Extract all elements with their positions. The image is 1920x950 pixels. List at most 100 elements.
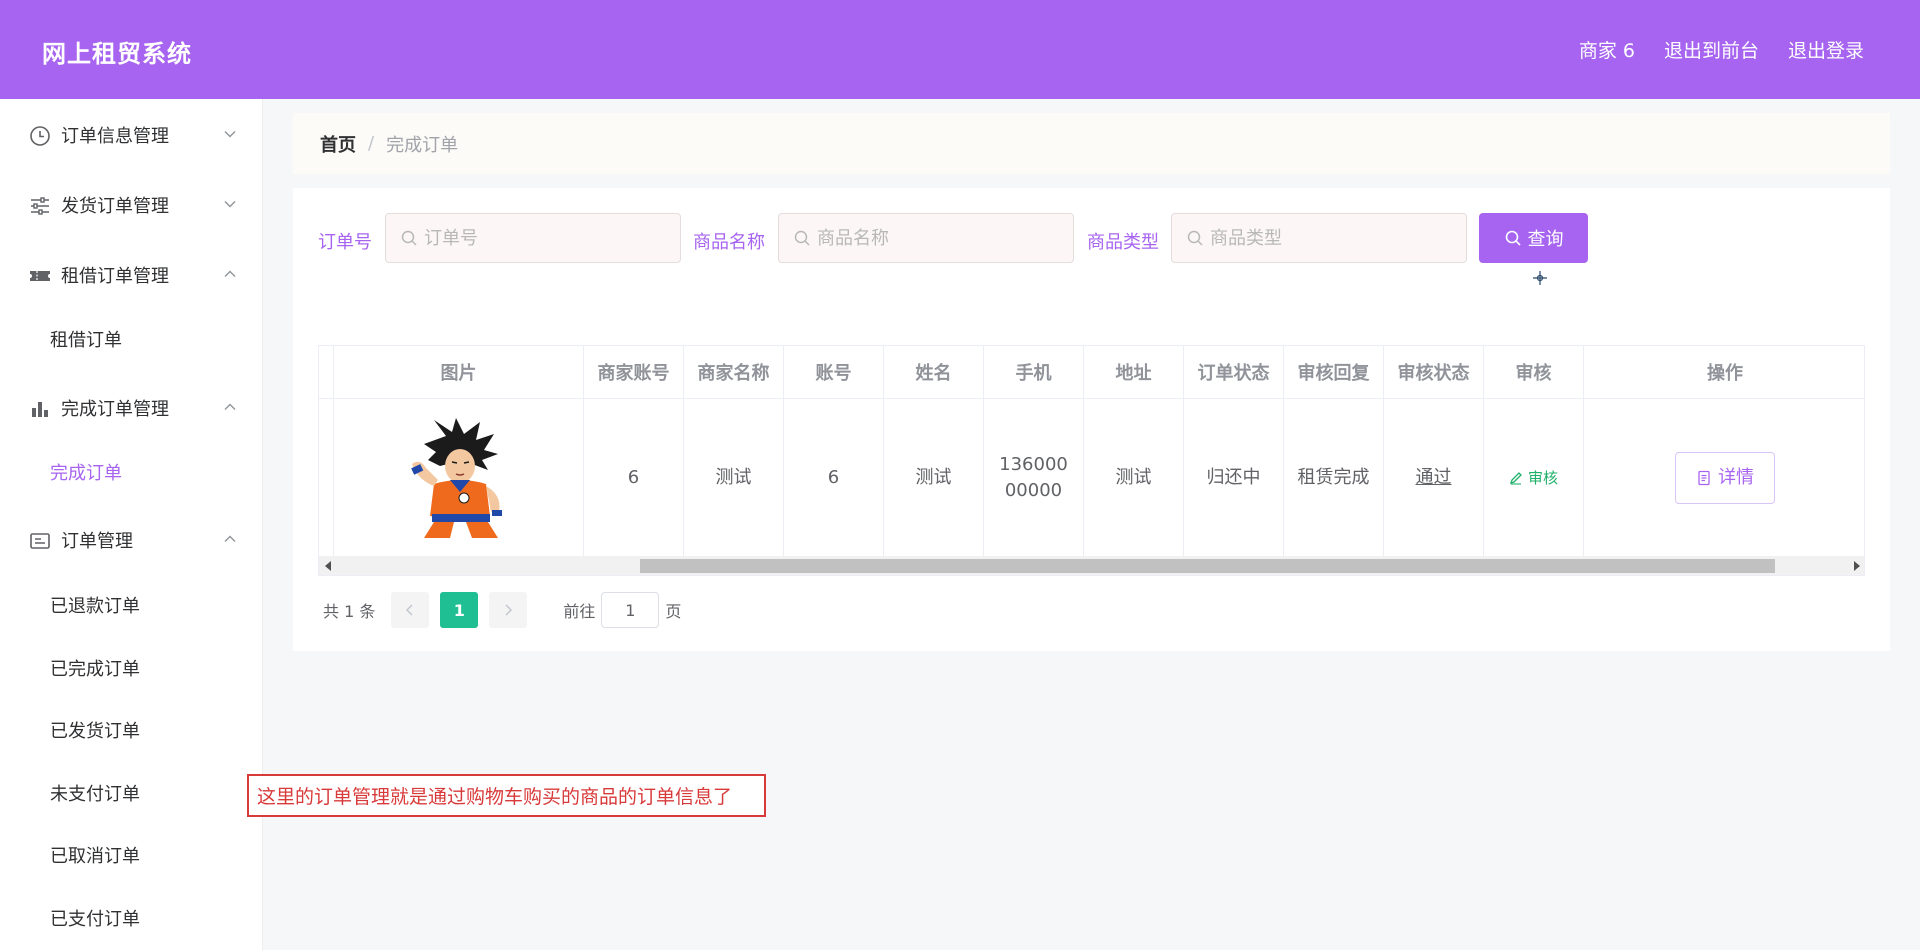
sidebar-item-refunded[interactable]: 已退款订单 [0, 581, 263, 629]
order-no-input[interactable] [424, 227, 644, 249]
breadcrumb: 首页 / 完成订单 [293, 113, 1890, 174]
breadcrumb-current: 完成订单 [386, 134, 459, 156]
table-horizontal-scrollbar[interactable] [319, 556, 1864, 575]
table-cell-audit-reply: 租赁完成 [1284, 399, 1384, 556]
top-header: 网上租贸系统 商家 6 退出到前台 退出登录 [0, 0, 1920, 99]
orders-table: 图片 商家账号 商家名称 账号 姓名 手机 地址 订单状态 审核回复 审核状态 … [318, 345, 1865, 576]
sidebar-item-unpaid[interactable]: 未支付订单 [0, 769, 263, 817]
col-audit-reply-header: 审核回复 [1284, 346, 1384, 399]
search-icon [1187, 230, 1203, 246]
cursor-crosshair-icon [1533, 271, 1547, 285]
table-cell-account: 6 [784, 399, 884, 556]
scrollbar-thumb[interactable] [640, 559, 1775, 573]
table-cell-audit-status: 通过 [1384, 399, 1484, 556]
menu-label: 租借订单管理 [61, 266, 169, 287]
col-merchant-account-header: 商家账号 [584, 346, 684, 399]
col-audit-status-header: 审核状态 [1384, 346, 1484, 399]
audit-button[interactable]: 审核 [1509, 465, 1558, 491]
goods-name-input[interactable] [817, 227, 1037, 249]
goods-name-field[interactable] [778, 213, 1074, 263]
table-cell-merchant-name: 测试 [684, 399, 784, 556]
app-title: 网上租贸系统 [42, 40, 192, 68]
table-cell-order-status: 归还中 [1184, 399, 1284, 556]
query-button-label: 查询 [1527, 229, 1564, 250]
goto-page-input[interactable]: 1 [601, 592, 660, 628]
sidebar-item-paid[interactable]: 已支付订单 [0, 894, 263, 942]
page-number-current[interactable]: 1 [440, 592, 479, 628]
breadcrumb-home[interactable]: 首页 [320, 131, 356, 157]
sidebar: 订单信息管理 发货订单管理 租借订单管理 租借订单 完成订单管理 完成订单 订单… [0, 99, 263, 950]
sidebar-item-completed-order[interactable]: 完成订单 [0, 448, 263, 496]
sidebar-item-cancelled[interactable]: 已取消订单 [0, 831, 263, 879]
chevron-up-icon [224, 535, 236, 542]
col-phone-header: 手机 [984, 346, 1084, 399]
goto-label: 前往 [563, 602, 596, 621]
sliders-icon [31, 197, 49, 215]
col-image-header: 图片 [334, 346, 584, 399]
sidebar-item-rental-order[interactable]: 租借订单 [0, 315, 263, 363]
menu-order-info[interactable]: 订单信息管理 [0, 110, 263, 160]
chevron-up-icon [224, 403, 236, 410]
card-icon [30, 533, 50, 549]
detail-button[interactable]: 详情 [1675, 451, 1775, 504]
document-icon [1698, 470, 1710, 485]
chevron-down-icon [224, 201, 236, 208]
col-address-header: 地址 [1084, 346, 1184, 399]
logout-link[interactable]: 退出登录 [1788, 36, 1864, 63]
table-cell-address: 测试 [1084, 399, 1184, 556]
goods-type-label: 商品类型 [1087, 232, 1159, 253]
menu-label: 订单信息管理 [61, 126, 169, 147]
edit-icon [1509, 471, 1522, 485]
col-merchant-name-header: 商家名称 [684, 346, 784, 399]
header-actions: 商家 6 退出到前台 退出登录 [1579, 36, 1864, 63]
menu-rental-order[interactable]: 租借订单管理 [0, 250, 263, 300]
col-order-status-header: 订单状态 [1184, 346, 1284, 399]
goods-type-field[interactable] [1171, 213, 1467, 263]
clock-icon [30, 126, 50, 146]
chevron-left-icon [406, 604, 413, 616]
menu-label: 订单管理 [61, 531, 133, 552]
goods-type-input[interactable] [1210, 227, 1430, 249]
ticket-icon [30, 271, 50, 281]
audit-status-text: 通过 [1415, 466, 1452, 488]
pagination-total: 共 1 条 [323, 602, 376, 621]
scroll-right-arrow[interactable] [1854, 561, 1860, 571]
table-cell-phone: 13600000000 [984, 399, 1084, 556]
sidebar-item-shipped[interactable]: 已发货订单 [0, 706, 263, 754]
scroll-left-arrow[interactable] [325, 561, 331, 571]
search-icon [794, 230, 810, 246]
menu-order-management[interactable]: 订单管理 [0, 515, 263, 565]
detail-button-label: 详情 [1718, 466, 1754, 488]
order-no-field[interactable] [385, 213, 681, 263]
menu-completed-order[interactable]: 完成订单管理 [0, 383, 263, 433]
table-cell-merchant-account: 6 [584, 399, 684, 556]
col-account-header: 账号 [784, 346, 884, 399]
audit-button-label: 审核 [1527, 468, 1558, 487]
breadcrumb-separator: / [368, 133, 375, 154]
goku-image [410, 417, 502, 538]
menu-label: 发货订单管理 [61, 196, 169, 217]
page-suffix: 页 [665, 602, 682, 621]
pagination: 共 1 条 1 前往 1 页 [323, 592, 681, 628]
current-user[interactable]: 商家 6 [1579, 36, 1635, 63]
exit-to-front-link[interactable]: 退出到前台 [1664, 36, 1759, 63]
chevron-right-icon [505, 604, 513, 616]
sidebar-item-finished[interactable]: 已完成订单 [0, 644, 263, 692]
annotation-note: 这里的订单管理就是通过购物车购买的商品的订单信息了 [247, 774, 766, 817]
query-button[interactable]: 查询 [1479, 213, 1588, 263]
table-cell-operation: 详情 [1584, 399, 1864, 556]
menu-shipping-order[interactable]: 发货订单管理 [0, 180, 263, 230]
chevron-up-icon [224, 270, 236, 277]
order-no-label: 订单号 [318, 232, 372, 253]
search-icon [401, 230, 417, 246]
next-page-button[interactable] [489, 592, 528, 628]
table-cell-image [334, 399, 584, 556]
table-cell-audit: 审核 [1484, 399, 1584, 556]
col-name-header: 姓名 [884, 346, 984, 399]
chevron-down-icon [224, 131, 236, 138]
col-audit-header: 审核 [1484, 346, 1584, 399]
prev-page-button[interactable] [391, 592, 430, 628]
menu-label: 完成订单管理 [61, 399, 169, 420]
table-gutter [319, 399, 334, 556]
table-cell-name: 测试 [884, 399, 984, 556]
